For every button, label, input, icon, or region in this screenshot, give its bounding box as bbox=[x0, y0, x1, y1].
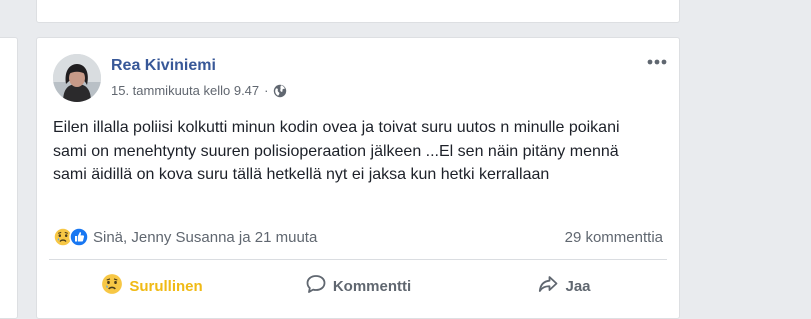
post-timestamp[interactable]: 15. tammikuuta kello 9.47 bbox=[111, 83, 259, 98]
divider-top bbox=[49, 259, 667, 260]
post-meta: 15. tammikuuta kello 9.47 · bbox=[111, 83, 287, 98]
meta-separator: · bbox=[264, 83, 269, 98]
reactions-names[interactable]: Sinä, Jenny Susanna ja 21 muuta bbox=[93, 229, 317, 246]
globe-icon[interactable] bbox=[273, 84, 287, 98]
left-column-card bbox=[0, 37, 18, 319]
reactions-bar: Sinä, Jenny Susanna ja 21 muuta 29 komme… bbox=[53, 226, 663, 248]
author-name[interactable]: Rea Kiviniemi bbox=[111, 57, 216, 75]
comment-button[interactable]: Kommentti bbox=[255, 273, 461, 299]
like-reaction-icon bbox=[69, 227, 89, 247]
reactions-summary[interactable]: Sinä, Jenny Susanna ja 21 muuta bbox=[53, 227, 317, 247]
sad-reaction-icon bbox=[101, 273, 129, 299]
react-button[interactable]: Surullinen bbox=[49, 273, 255, 299]
comment-button-label: Kommentti bbox=[332, 277, 412, 295]
post-card: Rea Kiviniemi 15. tammikuuta kello 9.47 … bbox=[36, 37, 680, 319]
more-options-icon[interactable] bbox=[645, 54, 669, 70]
reaction-icons bbox=[53, 227, 89, 247]
share-icon bbox=[537, 273, 565, 299]
comment-icon bbox=[305, 273, 333, 299]
post-actions: Surullinen Kommentti Jaa bbox=[49, 271, 667, 301]
react-button-label: Surullinen bbox=[129, 277, 203, 295]
share-button-label: Jaa bbox=[565, 277, 591, 295]
previous-post-card bbox=[36, 0, 680, 23]
avatar[interactable] bbox=[53, 54, 101, 102]
comments-count[interactable]: 29 kommenttia bbox=[565, 229, 663, 246]
post-body-text: Eilen illalla poliisi kolkutti minun kod… bbox=[53, 119, 620, 183]
share-button[interactable]: Jaa bbox=[461, 273, 667, 299]
